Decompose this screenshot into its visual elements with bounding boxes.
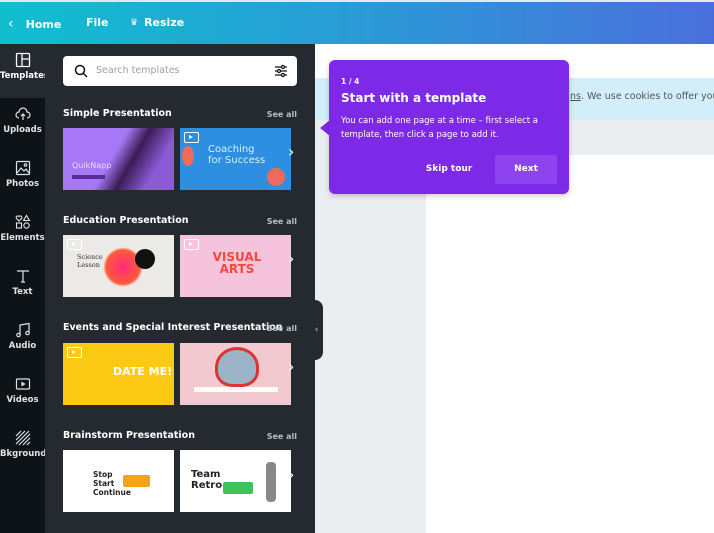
rail-item-photos[interactable]: Photos <box>0 152 45 206</box>
rail-item-templates[interactable]: Templates <box>0 44 49 98</box>
template-thumbnail[interactable]: Science Lesson <box>63 235 174 297</box>
tour-title: Start with a template <box>341 91 487 105</box>
rail-item-audio[interactable]: Audio <box>0 314 45 368</box>
template-thumbnail[interactable] <box>180 343 291 405</box>
video-badge-icon <box>184 239 199 250</box>
chevron-right-icon[interactable]: › <box>288 465 294 484</box>
template-thumbnail[interactable]: Coaching for Success <box>180 128 291 190</box>
text-icon <box>16 270 29 283</box>
template-thumbnail[interactable]: DATE ME! <box>63 343 174 405</box>
tour-tooltip: 1 / 4 Start with a template You can add … <box>329 60 569 194</box>
video-icon <box>15 378 30 390</box>
collapse-panel-button[interactable]: ‹ <box>310 300 323 360</box>
design-page[interactable] <box>426 155 714 533</box>
chevron-right-icon[interactable]: › <box>288 249 294 268</box>
cloud-upload-icon <box>14 107 31 120</box>
see-all-link[interactable]: See all <box>267 324 297 333</box>
crown-icon: ♛ <box>130 17 139 28</box>
template-thumbnail[interactable]: VISUAL ARTS <box>180 235 291 297</box>
tour-step: 1 / 4 <box>341 77 360 86</box>
music-icon <box>15 322 30 338</box>
rail-item-videos[interactable]: Videos <box>0 368 45 422</box>
templates-icon <box>15 52 30 68</box>
video-badge-icon <box>184 132 199 143</box>
side-rail: Templates Uploads Photos Elements Text A… <box>0 44 49 533</box>
resize-button[interactable]: ♛ Resize <box>130 16 184 29</box>
section-title: Brainstorm Presentation <box>63 430 195 441</box>
chevron-right-icon[interactable]: › <box>288 142 294 161</box>
rail-item-text[interactable]: Text <box>0 260 45 314</box>
rail-item-uploads[interactable]: Uploads <box>0 98 45 152</box>
top-bar: ‹ Home File ♛ Resize <box>0 0 714 44</box>
template-thumbnail[interactable]: QuikNapp <box>63 128 174 190</box>
templates-panel: Search templates Simple Presentation See… <box>45 44 315 533</box>
shapes-icon <box>15 214 30 229</box>
terms-link[interactable]: ns <box>570 91 581 102</box>
chevron-left-icon: ‹ <box>8 16 14 32</box>
see-all-link[interactable]: See all <box>267 217 297 226</box>
tour-body: You can add one page at a time – first s… <box>341 116 538 140</box>
template-thumbnail[interactable]: Team Retro <box>180 450 291 512</box>
home-button[interactable]: ‹ Home <box>8 16 61 32</box>
search-icon <box>74 64 88 78</box>
skip-tour-button[interactable]: Skip tour <box>417 155 481 184</box>
rail-item-background[interactable]: Bkground <box>0 422 46 476</box>
next-button[interactable]: Next <box>495 155 557 184</box>
image-icon <box>15 160 30 176</box>
see-all-link[interactable]: See all <box>267 110 297 119</box>
chevron-left-icon: ‹ <box>314 325 319 335</box>
background-icon <box>15 430 30 446</box>
rail-item-elements[interactable]: Elements <box>0 206 45 260</box>
file-button[interactable]: File <box>86 16 109 29</box>
chevron-right-icon[interactable]: › <box>288 357 294 376</box>
section-title: Education Presentation <box>63 215 189 226</box>
search-input[interactable]: Search templates <box>63 56 297 86</box>
section-title: Events and Special Interest Presentation <box>63 322 283 333</box>
template-thumbnail[interactable]: Stop Start Continue <box>63 450 174 512</box>
section-title: Simple Presentation <box>63 108 172 119</box>
video-badge-icon <box>67 347 82 358</box>
video-badge-icon <box>67 239 82 250</box>
filter-icon[interactable] <box>274 64 288 78</box>
see-all-link[interactable]: See all <box>267 432 297 441</box>
